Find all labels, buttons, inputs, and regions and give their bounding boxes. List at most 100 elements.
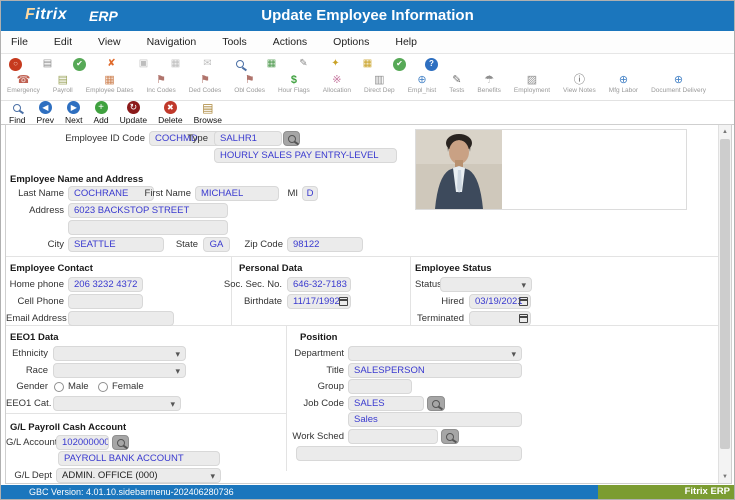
record-toolbar: Find ◀Prev ▶Next +Add ↻Update ✖Delete ▤B… (1, 101, 734, 125)
address2-input[interactable] (68, 220, 228, 235)
copy-icon[interactable]: ▣ (137, 58, 150, 71)
module-benefits[interactable]: ☂Benefits (477, 74, 501, 94)
confirm-icon[interactable]: ✔ (73, 58, 86, 71)
menu-view[interactable]: View (98, 36, 121, 48)
cancel-icon[interactable]: ✘ (105, 58, 118, 71)
module-document-delivery[interactable]: ⊕Document Delivery (651, 74, 706, 94)
eeo1-cat-label: EEO1 Cat. (6, 396, 48, 411)
group-label: Group (256, 379, 344, 394)
first-name-input[interactable]: MICHAEL (195, 186, 279, 201)
module-obl-codes[interactable]: ⚑Obl Codes (234, 74, 265, 94)
female-radio[interactable] (98, 382, 108, 392)
module-empl-hist[interactable]: ⊕Empl_hist (408, 74, 437, 94)
status-select[interactable] (440, 277, 532, 292)
gl-dept-select[interactable]: ADMIN. OFFICE (000) (56, 468, 221, 483)
module-emergency[interactable]: ☎Emergency (7, 74, 40, 94)
position-title-input[interactable]: SALESPERSON (348, 363, 522, 378)
module-direct-dep[interactable]: ▥Direct Dep (364, 74, 395, 94)
module-mfg-labor[interactable]: ⊕Mfg Labor (609, 74, 638, 94)
gl-account-lookup-button[interactable] (112, 435, 129, 450)
employee-id-label: Employee ID Code (42, 131, 145, 146)
menu-actions[interactable]: Actions (273, 36, 307, 48)
update-button[interactable]: ↻Update (120, 101, 147, 125)
approve-icon[interactable]: ✔ (393, 58, 406, 71)
position-section: Position (300, 332, 337, 343)
eeo1-cat-select[interactable] (53, 396, 181, 411)
module-ded-codes[interactable]: ⚑Ded Codes (189, 74, 222, 94)
next-button[interactable]: ▶Next (65, 101, 82, 125)
menu-file[interactable]: File (11, 36, 28, 48)
zip-input[interactable]: 98122 (287, 237, 363, 252)
race-select[interactable] (53, 363, 186, 378)
edit-note-icon[interactable]: ✎ (297, 58, 310, 71)
home-phone-input[interactable]: 206 3232 4372 (68, 277, 143, 292)
scrollbar-thumb[interactable] (720, 139, 730, 449)
mi-input[interactable]: D (302, 186, 318, 201)
type-input[interactable]: SALHR1 (214, 131, 282, 146)
schedule-icon[interactable]: ▦ (265, 58, 278, 71)
gl-account-input[interactable]: 102000000 (56, 435, 109, 450)
calendar-icon[interactable]: ▦ (361, 58, 374, 71)
job-code-lookup-button[interactable] (427, 396, 445, 411)
work-sched-lookup-button[interactable] (441, 429, 459, 444)
hired-label: Hired (404, 294, 464, 309)
scroll-down-arrow[interactable]: ▼ (719, 470, 731, 483)
menu-help[interactable]: Help (395, 36, 417, 48)
search-icon[interactable] (233, 58, 246, 71)
lookup-magnifier-icon (288, 135, 296, 143)
male-radio[interactable] (54, 382, 64, 392)
hired-calendar-icon[interactable] (519, 297, 528, 306)
contact-section: Employee Contact (10, 263, 93, 274)
module-employee-dates[interactable]: ▦Employee Dates (86, 74, 134, 94)
menu-tools[interactable]: Tools (222, 36, 247, 48)
find-button[interactable]: Find (9, 101, 26, 125)
module-hour-flags[interactable]: $Hour Flags (278, 74, 310, 94)
vertical-scrollbar[interactable]: ▲ ▼ (718, 125, 731, 483)
scroll-up-arrow[interactable]: ▲ (719, 125, 731, 138)
job-code-input[interactable]: SALES (348, 396, 424, 411)
department-select[interactable] (348, 346, 522, 361)
module-toolbar: ☎Emergency ▤Payroll ▦Employee Dates ⚑Inc… (1, 74, 734, 101)
paste-icon[interactable]: ▦ (169, 58, 182, 71)
browse-button[interactable]: ▤Browse (194, 101, 222, 125)
exit-icon[interactable]: ○ (9, 58, 22, 71)
ssn-input[interactable]: 646-32-7183 (287, 277, 351, 292)
menu-edit[interactable]: Edit (54, 36, 72, 48)
employee-form: Employee ID Code COCHMD Type SALHR1 HOUR… (5, 124, 732, 484)
module-payroll[interactable]: ▤Payroll (53, 74, 73, 94)
mail-icon[interactable]: ✉ (201, 58, 214, 71)
module-view-notes[interactable]: ⓘView Notes (563, 74, 596, 94)
module-allocation[interactable]: ※Allocation (323, 74, 351, 94)
birthdate-calendar-icon[interactable] (339, 297, 348, 306)
module-label: Payroll (53, 87, 73, 94)
module-tests[interactable]: ✎Tests (449, 74, 464, 94)
work-sched-input[interactable] (348, 429, 438, 444)
menu-options[interactable]: Options (333, 36, 369, 48)
print-icon[interactable]: ▤ (41, 58, 54, 71)
state-input[interactable]: GA (203, 237, 230, 252)
help-icon[interactable]: ? (425, 58, 438, 71)
key-icon[interactable]: ✦ (329, 58, 342, 71)
add-button[interactable]: +Add (94, 101, 109, 125)
cell-phone-input[interactable] (68, 294, 143, 309)
module-label: View Notes (563, 87, 596, 94)
terminated-label: Terminated (404, 311, 464, 326)
terminated-calendar-icon[interactable] (519, 314, 528, 323)
employee-dates-icon: ▦ (104, 74, 114, 86)
ethnicity-select[interactable] (53, 346, 186, 361)
type-lookup-button[interactable] (283, 131, 300, 146)
work-sched-label: Work Sched (256, 429, 344, 444)
group-input[interactable] (348, 379, 412, 394)
delete-button[interactable]: ✖Delete (158, 101, 183, 125)
menu-navigation[interactable]: Navigation (147, 36, 197, 48)
next-icon: ▶ (67, 101, 80, 114)
view-notes-icon: ⓘ (574, 74, 585, 86)
email-input[interactable] (68, 311, 174, 326)
city-input[interactable]: SEATTLE (68, 237, 164, 252)
address1-input[interactable]: 6023 BACKSTOP STREET (68, 203, 228, 218)
module-label: Hour Flags (278, 87, 310, 94)
module-employment[interactable]: ▨Employment (514, 74, 550, 94)
prev-button[interactable]: ◀Prev (37, 101, 54, 125)
job-code-description: Sales (348, 412, 522, 427)
module-inc-codes[interactable]: ⚑Inc Codes (146, 74, 175, 94)
